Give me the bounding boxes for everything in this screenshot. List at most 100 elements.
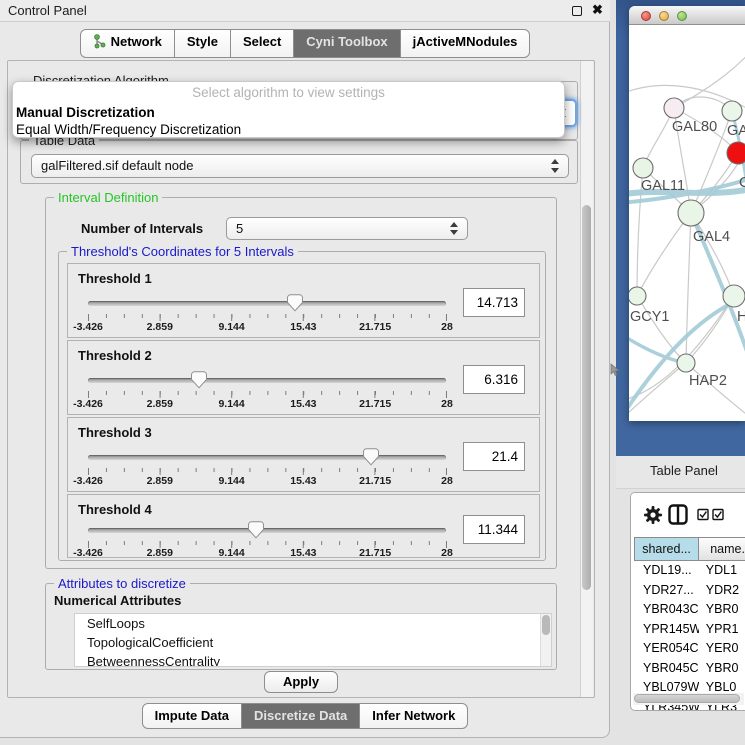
tab-impute-data[interactable]: Impute Data <box>142 703 242 729</box>
threshold-4-slider-thumb[interactable] <box>248 521 264 539</box>
list-item[interactable]: BetweennessCentrality <box>75 652 551 667</box>
control-panel-titlebar: Control Panel ✖ <box>0 0 610 22</box>
column-header-name[interactable]: name... <box>698 537 745 561</box>
node-label: GA <box>727 123 745 139</box>
list-item[interactable]: TopologicalCoefficient <box>75 633 551 652</box>
threshold-coordinates-group: Threshold's Coordinates for 5 Intervals … <box>58 251 546 561</box>
list-scrollbar-track[interactable] <box>540 614 551 667</box>
slider-scale-labels: -3.4262.8599.14415.4321.71528 <box>88 475 447 487</box>
table-data-combo-value: galFiltered.sif default node <box>41 158 193 173</box>
table-row[interactable]: YPR145WYPR1 <box>634 620 745 640</box>
node-label: GAL80 <box>672 119 717 135</box>
close-icon[interactable]: ✖ <box>591 3 604 16</box>
table-panel-title: Table Panel <box>650 463 718 478</box>
table-row[interactable]: YDR27...YDR2 <box>634 581 745 601</box>
node-label: GAL4 <box>693 229 730 245</box>
list-scrollbar-thumb[interactable] <box>542 615 550 635</box>
threshold-2-panel: Threshold 2 -3.4262.8599.14415.4321.7152… <box>67 340 540 415</box>
float-window-icon[interactable] <box>572 6 582 16</box>
threshold-label: Threshold 4 <box>78 502 152 517</box>
gear-icon[interactable] <box>643 505 663 525</box>
panel-scrollbar-thumb[interactable] <box>582 205 591 590</box>
network-window-titlebar[interactable] <box>629 6 745 25</box>
threshold-3-panel: Threshold 3 -3.4262.8599.14415.4321.7152… <box>67 417 540 492</box>
threshold-label: Threshold 2 <box>78 348 152 363</box>
close-traffic-light-icon[interactable] <box>641 11 651 21</box>
node-label: HAP2 <box>689 373 727 389</box>
interval-definition-group: Interval Definition Number of Intervals … <box>45 197 557 569</box>
slider-scale-labels: -3.4262.8599.14415.4321.71528 <box>88 547 447 559</box>
tab-cyni-toolbox[interactable]: Cyni Toolbox <box>293 29 400 58</box>
popup-item-equal-width-frequency[interactable]: Equal Width/Frequency Discretization <box>13 121 564 138</box>
attributes-to-discretize-group: Attributes to discretize Numerical Attri… <box>45 583 557 670</box>
table-row[interactable]: YER054CYER0 <box>634 639 745 659</box>
node-label: GAL11 <box>641 178 685 194</box>
node-attribute-table: shared... name... YDL19...YDL1 YDR27...Y… <box>634 537 745 711</box>
combo-stepper-icon <box>449 218 460 239</box>
network-canvas[interactable]: GAL80 GA C GAL11 GAL4 GCY1 H HAP2 <box>629 25 745 421</box>
node-gal80[interactable] <box>664 98 684 118</box>
minimize-traffic-light-icon[interactable] <box>659 11 669 21</box>
window-title: Control Panel <box>8 3 87 18</box>
node-red-selected[interactable] <box>727 142 745 164</box>
node-h[interactable] <box>723 285 745 307</box>
split-panel-icon[interactable] <box>668 504 688 525</box>
node-gcy1[interactable] <box>629 287 646 305</box>
network-icon <box>93 34 106 52</box>
threshold-3-value-field[interactable]: 21.4 <box>463 442 525 471</box>
algorithm-dropdown-popup: Select algorithm to view settings Manual… <box>12 81 565 138</box>
node-gal11[interactable] <box>633 158 653 178</box>
table-data-combo[interactable]: galFiltered.sif default node <box>31 154 569 178</box>
column-header-shared-name[interactable]: shared... <box>634 537 699 561</box>
combo-stepper-icon <box>550 155 561 177</box>
threshold-4-slider-track[interactable] <box>88 528 446 533</box>
threshold-label: Threshold 1 <box>78 271 152 286</box>
threshold-label: Threshold 3 <box>78 425 152 440</box>
node-hap2[interactable] <box>677 354 695 372</box>
tab-infer-network[interactable]: Infer Network <box>359 703 468 729</box>
table-hscrollbar-track[interactable] <box>633 693 744 705</box>
table-row[interactable]: YDL19...YDL1 <box>634 561 745 581</box>
mouse-cursor <box>610 363 621 377</box>
group-title: Attributes to discretize <box>54 576 190 591</box>
threshold-2-slider-track[interactable] <box>88 378 446 383</box>
popup-placeholder-text: Select algorithm to view settings <box>13 85 564 104</box>
control-panel-window: Control Panel ✖ Network Style <box>0 0 610 738</box>
threshold-1-slider-track[interactable] <box>88 301 446 306</box>
zoom-traffic-light-icon[interactable] <box>677 11 687 21</box>
apply-button[interactable]: Apply <box>264 671 338 693</box>
numerical-attributes-list[interactable]: SelfLoops TopologicalCoefficient Between… <box>74 613 552 667</box>
tab-network[interactable]: Network <box>80 29 175 58</box>
table-row[interactable]: YBR045CYBR0 <box>634 659 745 679</box>
list-item[interactable]: SelfLoops <box>75 614 551 633</box>
threshold-4-value-field[interactable]: 11.344 <box>463 515 525 544</box>
node-label: GCY1 <box>630 309 670 325</box>
slider-scale-labels: -3.4262.8599.14415.4321.71528 <box>88 398 447 410</box>
tab-network-label: Network <box>111 34 162 49</box>
node-label: H <box>737 309 745 325</box>
number-of-intervals-combo[interactable]: 5 <box>226 217 468 240</box>
popup-item-manual-discretization[interactable]: Manual Discretization <box>13 104 564 121</box>
table-hscrollbar-thumb[interactable] <box>634 694 740 703</box>
node-label: C <box>739 175 745 191</box>
threshold-1-slider-thumb[interactable] <box>287 294 303 312</box>
threshold-1-value-field[interactable]: 14.713 <box>463 288 525 317</box>
slider-ticks <box>88 391 447 398</box>
group-title: Threshold's Coordinates for 5 Intervals <box>67 244 298 259</box>
tab-jactivemnodules[interactable]: jActiveMNodules <box>400 29 531 58</box>
node-ga[interactable] <box>722 101 742 121</box>
slider-scale-labels: -3.4262.8599.14415.4321.71528 <box>88 321 447 333</box>
tab-style[interactable]: Style <box>174 29 231 58</box>
threshold-3-slider-track[interactable] <box>88 455 446 460</box>
select-attributes-checkboxes-icon[interactable] <box>697 508 725 521</box>
threshold-3-slider-thumb[interactable] <box>363 448 379 466</box>
threshold-2-slider-thumb[interactable] <box>191 371 207 389</box>
node-gal4[interactable] <box>678 200 704 226</box>
threshold-1-panel: Threshold 1 -3.4262.8599.14415.4321.7152… <box>67 263 540 338</box>
table-toolbar <box>631 493 745 536</box>
threshold-2-value-field[interactable]: 6.316 <box>463 365 525 394</box>
table-row[interactable]: YBR043CYBR0 <box>634 600 745 620</box>
tab-discretize-data[interactable]: Discretize Data <box>241 703 360 729</box>
tab-select[interactable]: Select <box>230 29 294 58</box>
threshold-4-panel: Threshold 4 -3.4262.8599.14415.4321.7152… <box>67 494 540 558</box>
